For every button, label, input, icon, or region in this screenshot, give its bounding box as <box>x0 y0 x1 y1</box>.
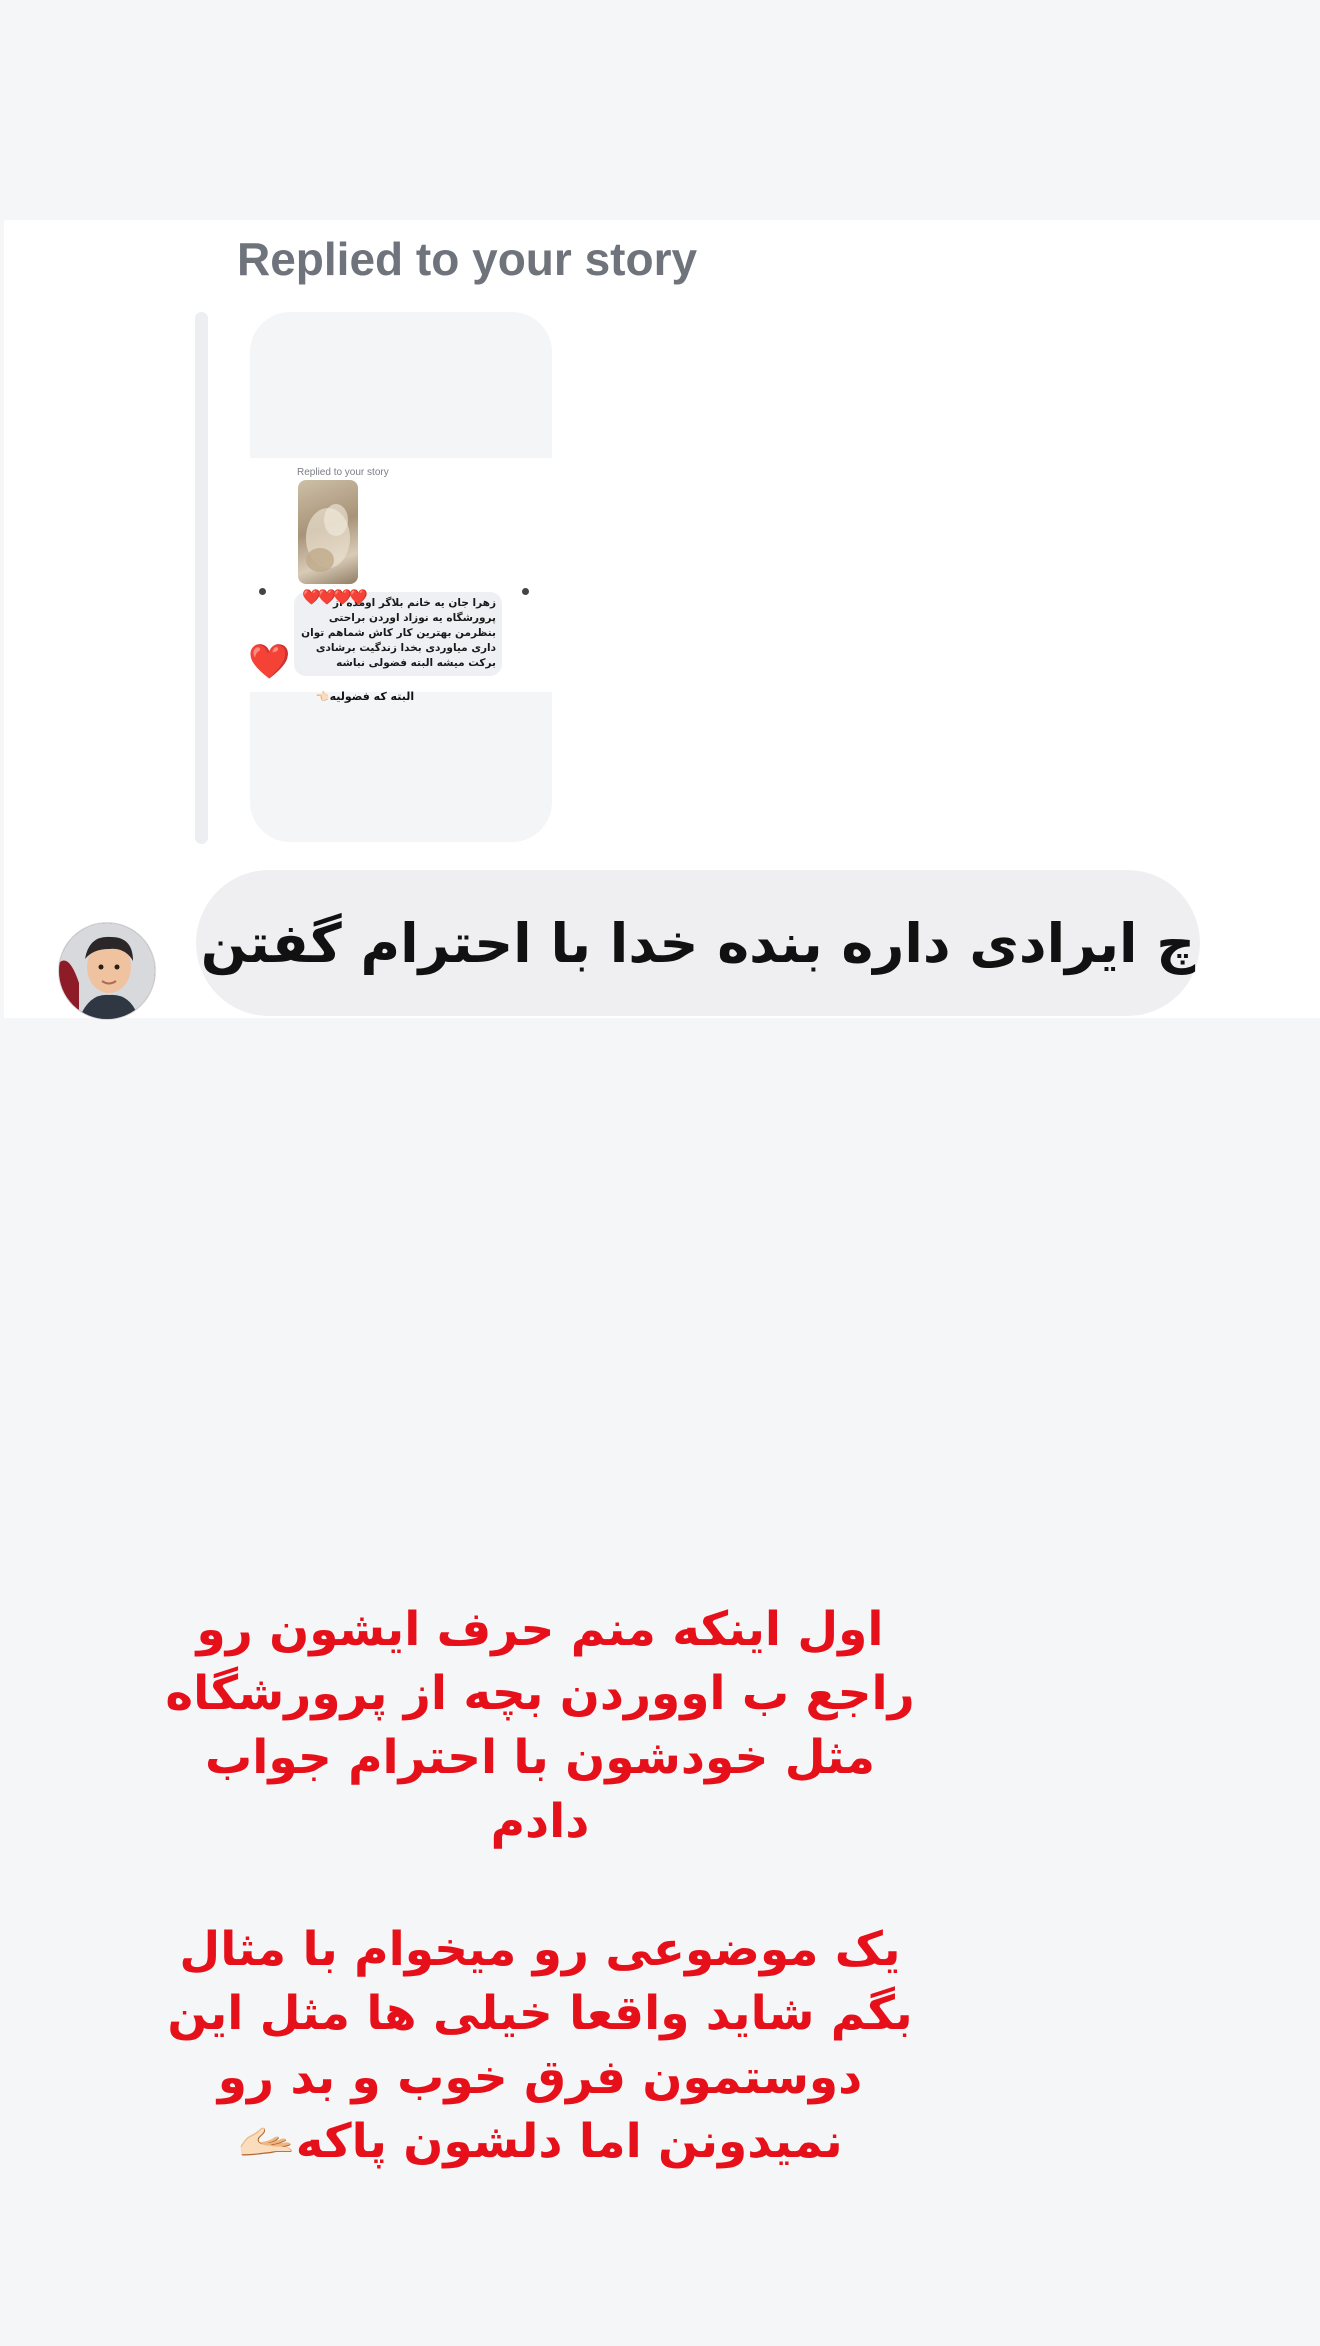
caption-line: دادم <box>490 1794 590 1849</box>
quote-bar <box>195 312 208 844</box>
story-preview-content: Replied to your story زهرا جان یه خانم ب… <box>250 458 552 703</box>
story-preview-replied-label: Replied to your story <box>297 467 389 478</box>
message-text: چ ایرادی داره بنده خدا با احترام گفتن <box>200 911 1196 975</box>
caption-line: دوستمون فرق خوب و بد رو <box>217 2050 863 2105</box>
story-reply-text: البته که فضولیه👈🏻 <box>315 690 415 703</box>
story-comment-text: زهرا جان یه خانم بلاگر اومده از پرورشگاه… <box>301 597 496 669</box>
hearts-emoji: ❤️❤️❤️❤️ <box>302 588 368 606</box>
sender-avatar[interactable] <box>58 922 156 1020</box>
caption-paragraph-1: اول اینکه منم حرف ایشون رو راجع ب اووردن… <box>160 1598 920 1854</box>
story-thumbnail-image <box>298 480 358 584</box>
replied-to-story-label: Replied to your story <box>237 233 698 285</box>
nav-dot-right <box>522 588 529 595</box>
story-reply-screen: { "reply": { "label": "Replied to your s… <box>0 0 1320 2346</box>
caption-line: بگم شاید واقعا خیلی ها مثل این <box>167 1986 913 2041</box>
heart-reaction-icon: ❤️ <box>250 642 291 682</box>
caption-line: راجع ب اووردن بچه از پرورشگاه <box>165 1666 915 1721</box>
caption-paragraph-2: یک موضوعی رو میخوام با مثال بگم شاید واق… <box>160 1918 920 2174</box>
caption-line: نمیدونن اما دلشون پاکه🫴🏻 <box>237 2114 843 2169</box>
story-preview-card[interactable]: Replied to your story زهرا جان یه خانم ب… <box>250 312 552 842</box>
caption-line: مثل خودشون با احترام جواب <box>205 1730 875 1785</box>
nav-dot-left <box>259 588 266 595</box>
caption-line: یک موضوعی رو میخوام با مثال <box>179 1922 901 1977</box>
caption-line: اول اینکه منم حرف ایشون رو <box>196 1602 884 1657</box>
